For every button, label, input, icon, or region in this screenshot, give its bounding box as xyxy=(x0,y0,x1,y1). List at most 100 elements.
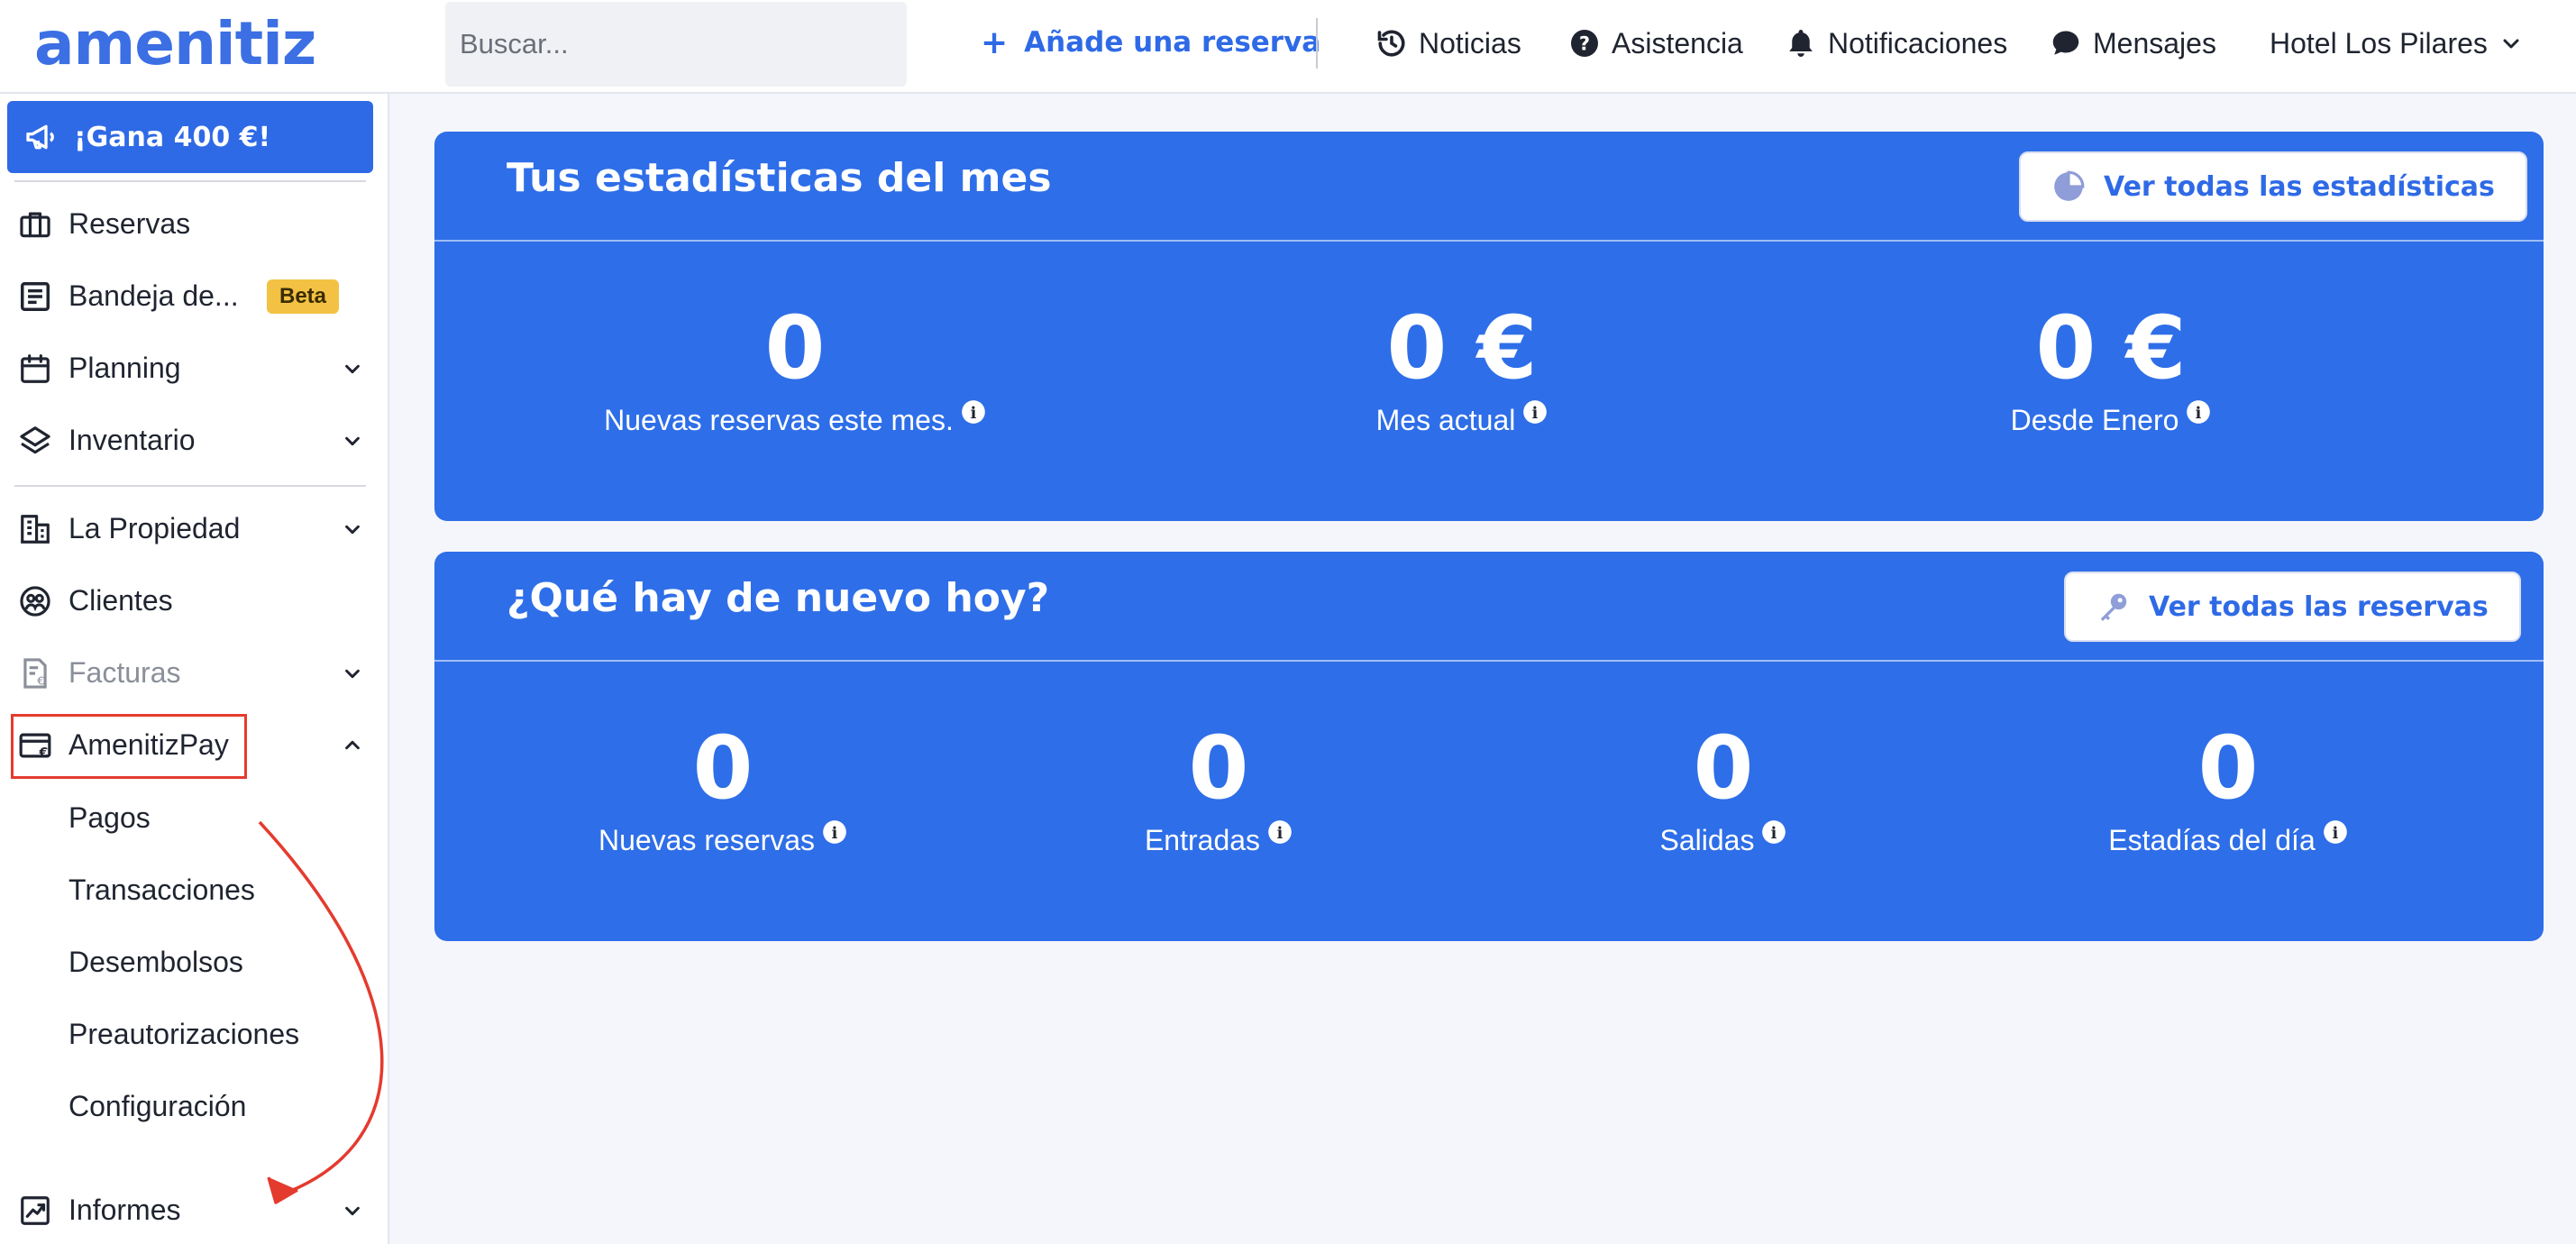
sidebar-item-planning[interactable]: Planning xyxy=(0,339,388,397)
sidebar-item-inventario[interactable]: Inventario xyxy=(0,411,388,469)
info-icon[interactable]: i xyxy=(2323,819,2348,845)
chevron-down-icon xyxy=(2503,39,2519,49)
top-header: amenitiz + Añade una reserva Noticias ? … xyxy=(0,0,2576,94)
nav-notifications[interactable]: Notificaciones xyxy=(1785,20,2007,67)
stat-caption-row: Mes actual i xyxy=(1363,399,1561,437)
view-all-reservations-button[interactable]: Ver todas las reservas xyxy=(2064,572,2521,642)
sidebar-item-clientes[interactable]: Clientes xyxy=(0,572,388,629)
nav-messages[interactable]: Mensajes xyxy=(2050,20,2216,67)
invoice-icon: € xyxy=(23,658,47,689)
monthly-stats-card: Tus estadísticas del mes Ver todas las e… xyxy=(434,132,2544,521)
stat-caption: Salidas xyxy=(1659,824,1755,856)
sidebar-item-label: AmenitizPay xyxy=(69,727,229,761)
view-all-stats-button[interactable]: Ver todas las estadísticas xyxy=(2019,151,2527,222)
stat-value: 0 € xyxy=(2035,297,2187,398)
sidebar-divider xyxy=(14,485,366,487)
chevron-up-icon xyxy=(345,740,360,750)
chevron-down-icon xyxy=(345,1206,360,1216)
svg-text:i: i xyxy=(2332,825,2338,843)
svg-text:i: i xyxy=(2196,405,2202,423)
stat-item: 0 € Mes actual i xyxy=(1363,303,1561,437)
stat-caption-row: Desde Enero i xyxy=(2003,399,2219,437)
stat-value: 0 xyxy=(1693,718,1754,819)
stat-item: 0 Salidas i xyxy=(1633,723,1813,857)
sidebar-item-la-propiedad[interactable]: La Propiedad xyxy=(0,499,388,557)
briefcase-icon xyxy=(20,212,50,238)
card-divider xyxy=(434,240,2544,242)
nav-help[interactable]: ? Asistencia xyxy=(1568,20,1743,67)
hotel-name: Hotel Los Pilares xyxy=(2270,26,2488,59)
amenitiz-logo[interactable]: amenitiz xyxy=(34,9,316,78)
stat-caption: Nuevas reservas xyxy=(598,824,816,856)
calendar-icon xyxy=(21,354,50,383)
view-all-stats-label: Ver todas las estadísticas xyxy=(2104,170,2495,203)
svg-text:i: i xyxy=(1277,825,1283,843)
svg-text:i: i xyxy=(1771,825,1777,843)
nav-news[interactable]: Noticias xyxy=(1375,20,1521,67)
info-icon[interactable]: i xyxy=(1522,399,1548,425)
info-icon[interactable]: i xyxy=(1761,819,1786,845)
stat-caption-row: Entradas i xyxy=(1128,819,1309,857)
promo-label: ¡Gana 400 €! xyxy=(74,121,271,153)
sidebar-item-label: Inventario xyxy=(69,423,196,456)
info-icon[interactable]: i xyxy=(2186,399,2211,425)
add-reservation-button[interactable]: + Añade una reserva xyxy=(981,20,1320,65)
sidebar-item-bandeja[interactable]: Bandeja de... Beta xyxy=(0,267,388,325)
help-icon: ? xyxy=(1571,30,1598,57)
submenu-item-configuracion[interactable]: Configuración xyxy=(69,1084,246,1129)
svg-text:i: i xyxy=(971,405,977,423)
stat-value: 0 xyxy=(692,718,754,819)
card-euro-icon: € xyxy=(19,733,51,761)
info-icon[interactable]: i xyxy=(1267,819,1293,845)
users-icon xyxy=(20,586,50,617)
nav-notifications-label: Notificaciones xyxy=(1828,26,2008,59)
key-icon xyxy=(2100,593,2127,621)
card-title: ¿Qué hay de nuevo hoy? xyxy=(507,575,1050,621)
view-all-reservations-label: Ver todas las reservas xyxy=(2149,590,2489,623)
stat-caption: Entradas xyxy=(1144,824,1261,856)
info-icon[interactable]: i xyxy=(822,819,847,845)
sidebar-item-label: Informes xyxy=(69,1193,181,1226)
sidebar-item-label: Planning xyxy=(69,351,181,384)
plus-icon: + xyxy=(981,23,1009,61)
submenu-item-transacciones[interactable]: Transacciones xyxy=(69,867,255,912)
card-divider xyxy=(434,660,2544,662)
submenu-item-desembolsos[interactable]: Desembolsos xyxy=(69,939,243,984)
svg-text:i: i xyxy=(1532,405,1539,423)
submenu-item-preautorizaciones[interactable]: Preautorizaciones xyxy=(69,1011,299,1056)
sidebar: ¡Gana 400 €! Reservas Bandeja de... Beta… xyxy=(0,94,389,1244)
sidebar-item-label: La Propiedad xyxy=(69,511,241,544)
sidebar-item-label: Facturas xyxy=(69,655,181,689)
inbox-icon xyxy=(21,282,50,311)
sidebar-item-amenitizpay[interactable]: € AmenitizPay xyxy=(0,716,388,773)
bell-icon xyxy=(1789,30,1813,57)
sidebar-item-facturas[interactable]: € Facturas xyxy=(0,644,388,701)
sidebar-divider xyxy=(14,180,366,182)
history-icon xyxy=(1377,30,1405,57)
sidebar-item-label: Clientes xyxy=(69,583,173,617)
stat-caption: Estadías del día xyxy=(2108,824,2316,856)
sidebar-item-informes[interactable]: Informes xyxy=(0,1181,388,1239)
stat-value: 0 € xyxy=(1386,297,1538,398)
chevron-down-icon xyxy=(345,364,360,374)
hotel-selector[interactable]: Hotel Los Pilares xyxy=(2270,20,2522,67)
stat-item: 0 € Desde Enero i xyxy=(2003,303,2219,437)
sidebar-item-label: Reservas xyxy=(69,206,191,240)
card-title: Tus estadísticas del mes xyxy=(507,155,1052,201)
info-icon[interactable]: i xyxy=(961,399,986,425)
search-input[interactable] xyxy=(445,2,907,87)
stat-item: 0 Nuevas reservas i xyxy=(588,723,858,857)
chevron-down-icon xyxy=(345,669,360,679)
svg-text:?: ? xyxy=(1579,33,1590,55)
chart-icon xyxy=(21,1196,50,1225)
stat-value: 0 xyxy=(2197,718,2259,819)
header-divider xyxy=(1316,18,1318,69)
stat-caption-row: Estadías del día i xyxy=(2102,819,2354,857)
promo-button[interactable]: ¡Gana 400 €! xyxy=(7,101,373,173)
beta-badge: Beta xyxy=(267,279,340,314)
stat-caption-row: Nuevas reservas i xyxy=(588,819,858,857)
megaphone-icon xyxy=(26,124,54,150)
pie-chart-icon xyxy=(2054,170,2085,201)
sidebar-item-reservas[interactable]: Reservas xyxy=(0,195,388,252)
submenu-item-pagos[interactable]: Pagos xyxy=(69,795,151,840)
